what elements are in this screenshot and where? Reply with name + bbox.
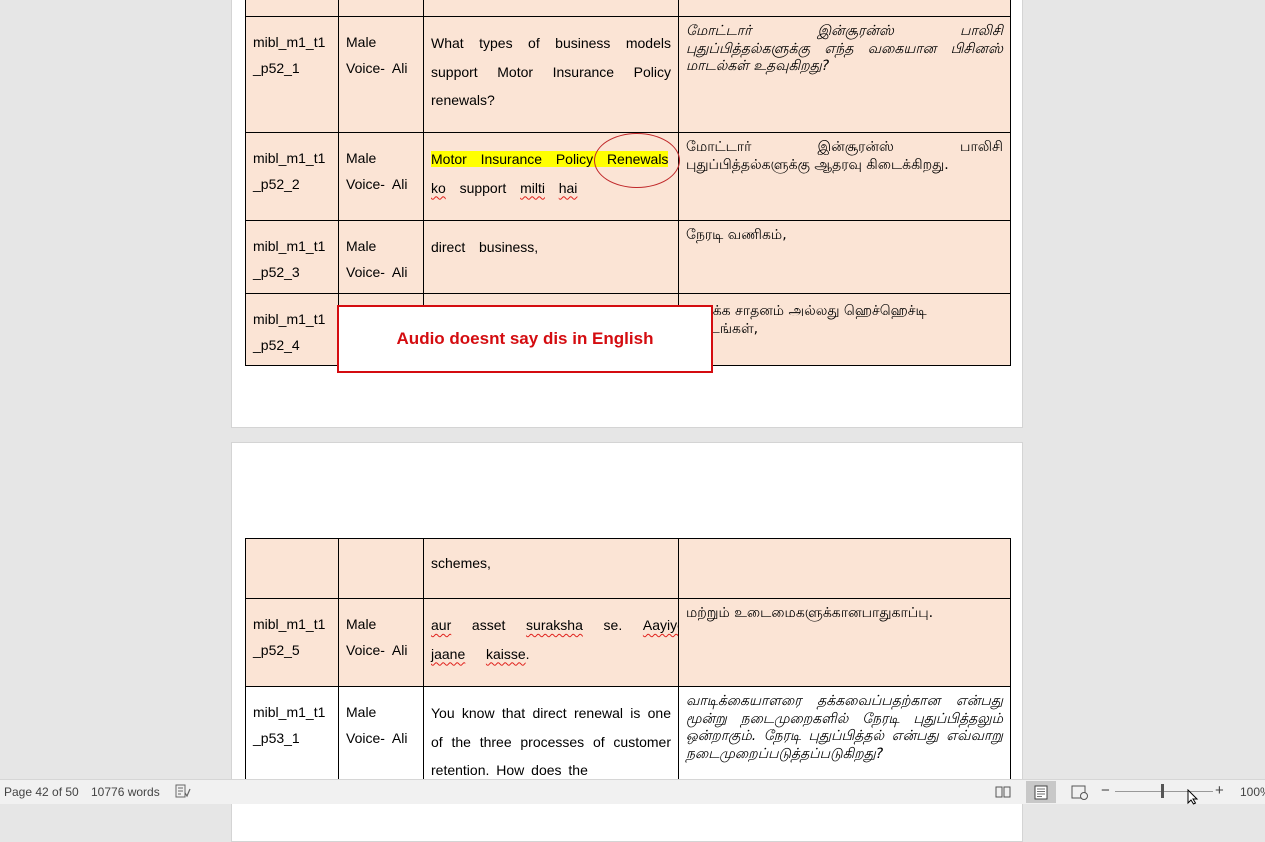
speaker-cell[interactable]: Male Voice- Ali: [338, 220, 424, 294]
segment-id-suffix: _p52_5: [253, 642, 300, 658]
segment-id: mibl_m1_t1: [253, 150, 326, 166]
table-cell: [338, 0, 424, 17]
speaker-gender: Male: [346, 150, 377, 166]
segment-id-cell[interactable]: mibl_m1_t1 _p52_5: [245, 598, 339, 687]
annotation-callout[interactable]: Audio doesnt say dis in English: [337, 305, 713, 373]
annotation-text: Audio doesnt say dis in English: [396, 329, 654, 348]
annotation-circle[interactable]: [594, 133, 680, 188]
english-text: direct business,: [431, 239, 539, 255]
misspelled-word: jaane: [431, 645, 466, 662]
page-icon: [1034, 785, 1048, 800]
read-mode-button[interactable]: [988, 781, 1018, 803]
zoom-in-button[interactable]: +: [1215, 782, 1224, 800]
zoom-out-button[interactable]: −: [1101, 782, 1110, 800]
tamil-text-cell[interactable]: [678, 538, 1011, 599]
segment-id-cell[interactable]: mibl_m1_t1 _p52_3: [245, 220, 339, 294]
proofing-icon[interactable]: [175, 784, 191, 801]
speaker-voice: Voice- Ali: [346, 730, 408, 746]
segment-id-suffix: _p52_1: [253, 60, 300, 76]
segment-id-suffix: _p52_3: [253, 264, 300, 280]
speaker-gender: Male: [346, 34, 377, 50]
segment-id-suffix: _p52_4: [253, 337, 300, 353]
segment-id-cell[interactable]: mibl_m1_t1 _p52_2: [245, 132, 339, 221]
speaker-gender: Male: [346, 704, 377, 720]
english-text: schemes,: [431, 555, 491, 571]
segment-id: mibl_m1_t1: [253, 616, 326, 632]
tamil-text: வாடிக்கையாளரை தக்கவைப்பதற்கான என்பது மூன…: [686, 693, 1003, 762]
tamil-text: மோட்டார் இன்சூரன்ஸ் பாலிசி புதுப்பித்தல்…: [686, 23, 1003, 74]
segment-id-cell[interactable]: mibl_m1_t1 _p52_4: [245, 293, 339, 366]
book-icon: [995, 786, 1011, 798]
table-row: mibl_m1_t1 _p52_1 Male Voice- Ali What typ…: [245, 16, 1011, 133]
print-layout-button[interactable]: [1026, 781, 1056, 803]
transcript-table: schemes, mibl_m1_t1 _p52_5 Male Voice- Ali…: [245, 538, 1011, 797]
english-word: se.: [603, 617, 623, 633]
tamil-text: நேரடி வணிகம்,: [686, 227, 787, 243]
table-cell: [678, 0, 1011, 17]
speaker-voice: Voice- Ali: [346, 176, 408, 192]
english-text: You know that direct renewal is one of t…: [431, 705, 671, 778]
tamil-text: மற்றும் உடைமைகளுக்கானபாதுகாப்பு.: [686, 605, 934, 621]
segment-id: mibl_m1_t1: [253, 704, 326, 720]
table-row: [245, 0, 1011, 17]
segment-id-suffix: _p53_1: [253, 730, 300, 746]
table-row: mibl_m1_t1 _p52_5 Male Voice- Ali aur asse…: [245, 598, 1011, 687]
english-word: asset: [471, 617, 506, 633]
misspelled-word: milti: [520, 179, 545, 196]
zoom-slider-thumb[interactable]: [1161, 784, 1164, 798]
speaker-voice: Voice- Ali: [346, 264, 408, 280]
speaker-gender: Male: [346, 238, 377, 254]
segment-id-cell[interactable]: mibl_m1_t1 _p52_1: [245, 16, 339, 133]
tamil-text: மோட்டார் இன்சூரன்ஸ் பாலிசி புதுப்பித்தல்…: [686, 139, 1003, 173]
web-layout-icon: [1071, 785, 1088, 800]
page-indicator[interactable]: Page 42 of 50: [4, 785, 79, 799]
word-count[interactable]: 10776 words: [91, 785, 160, 799]
table-row: schemes,: [245, 538, 1011, 599]
segment-id: mibl_m1_t1: [253, 238, 326, 254]
misspelled-word: Aayiye: [642, 617, 678, 633]
english-text-cell[interactable]: schemes,: [423, 538, 679, 599]
table-row: mibl_m1_t1 _p52_3 Male Voice- Ali direct b…: [245, 220, 1011, 294]
tamil-text-cell[interactable]: மோட்டார் இன்சூரன்ஸ் பாலிசி புதுப்பித்தல்…: [678, 132, 1011, 221]
status-bar: Page 42 of 50 10776 words − + 100%: [0, 779, 1265, 804]
tamil-text: முடக்க சாதனம் அல்லது ஹெச்ஹெச்டி: [686, 303, 927, 319]
mouse-cursor-icon: [1187, 789, 1199, 805]
tamil-text-cell[interactable]: மற்றும் உடைமைகளுக்கானபாதுகாப்பு.: [678, 598, 1011, 687]
speaker-gender: Male: [346, 616, 377, 632]
english-text-cell[interactable]: aur asset suraksha se. Aayiye jaane kaiss…: [423, 598, 679, 687]
misspelled-word: aur: [431, 617, 452, 633]
web-layout-button[interactable]: [1064, 781, 1094, 803]
english-word: support: [459, 179, 507, 196]
speaker-cell[interactable]: Male Voice- Ali: [338, 132, 424, 221]
table-cell: [245, 0, 339, 17]
english-text-cell[interactable]: direct business,: [423, 220, 679, 294]
misspelled-word: suraksha: [526, 617, 583, 633]
segment-id: mibl_m1_t1: [253, 34, 326, 50]
english-text-cell[interactable]: What types of business models support Mo…: [423, 16, 679, 133]
misspelled-word: kaisse: [485, 645, 526, 662]
speaker-voice: Voice- Ali: [346, 60, 408, 76]
table-cell: [423, 0, 679, 17]
speaker-cell[interactable]: Male Voice- Ali: [338, 16, 424, 133]
segment-id-cell[interactable]: [245, 538, 339, 599]
speaker-cell[interactable]: Male Voice- Ali: [338, 598, 424, 687]
segment-id-suffix: _p52_2: [253, 176, 300, 192]
misspelled-word: hai: [558, 179, 578, 196]
tamil-text-cell[interactable]: மோட்டார் இன்சூரன்ஸ் பாலிசி புதுப்பித்தல்…: [678, 16, 1011, 133]
zoom-level[interactable]: 100%: [1240, 785, 1265, 799]
speaker-cell[interactable]: [338, 538, 424, 599]
speaker-voice: Voice- Ali: [346, 642, 408, 658]
tamil-text-cell[interactable]: நேரடி வணிகம்,: [678, 220, 1011, 294]
tamil-text-cell[interactable]: முடக்க சாதனம் அல்லது ஹெச்ஹெச்டி திட்டங்கள…: [678, 293, 1011, 366]
misspelled-word: ko: [431, 179, 446, 196]
english-text: What types of business models support Mo…: [431, 35, 671, 108]
segment-id: mibl_m1_t1: [253, 311, 326, 327]
